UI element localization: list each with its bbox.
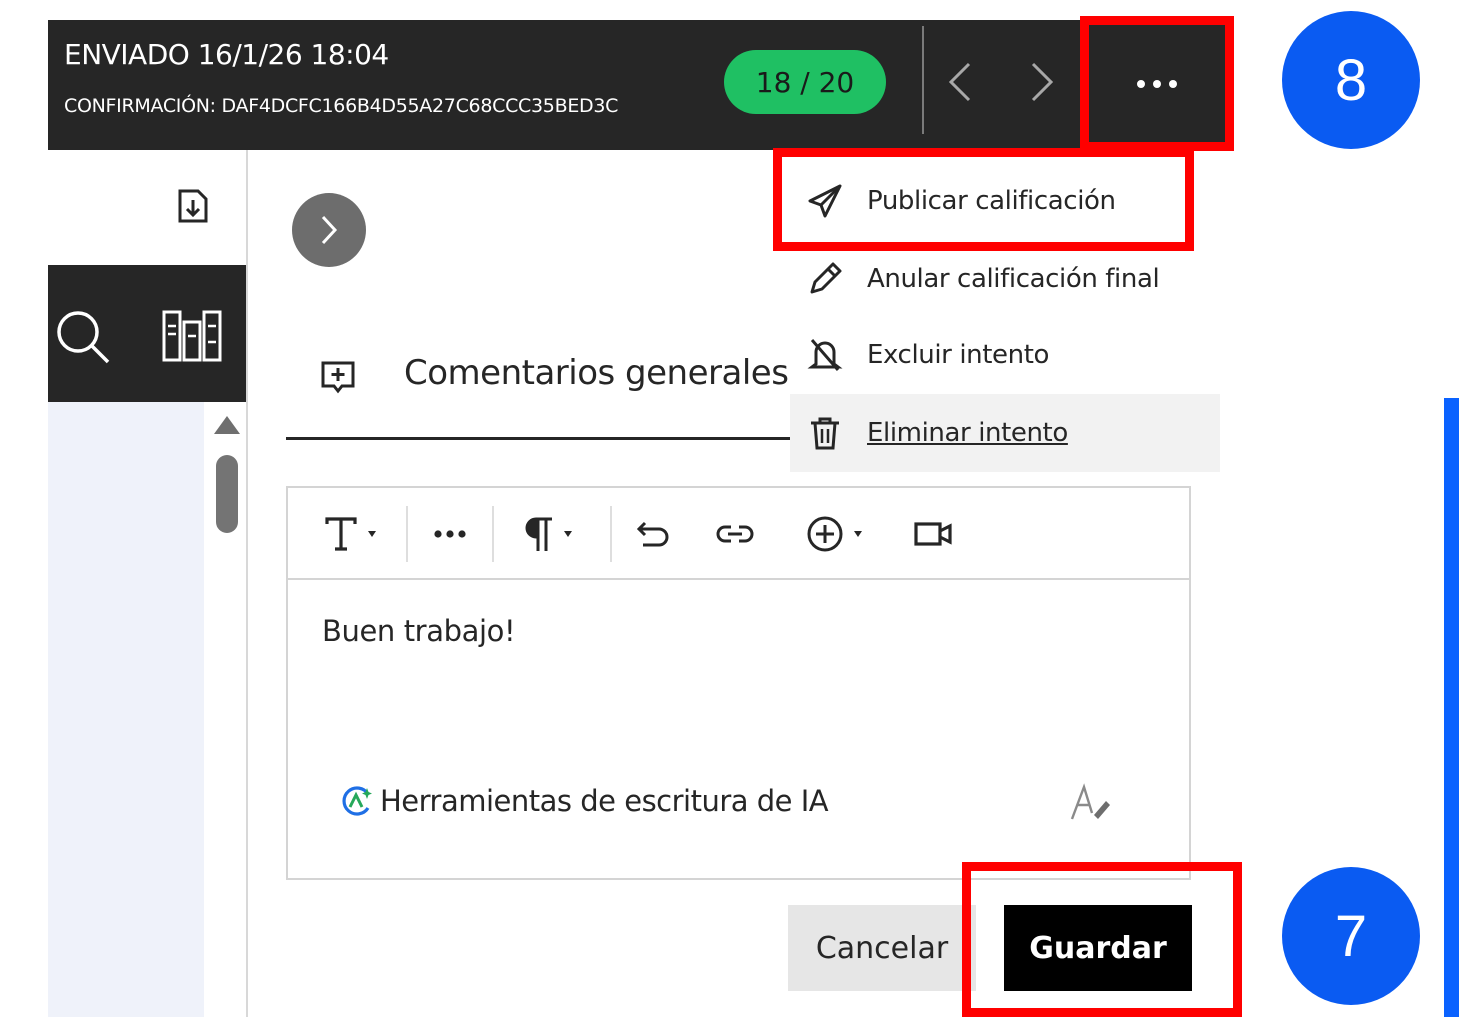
step-badge-8: 8 — [1282, 11, 1420, 149]
ai-sparkle-icon — [342, 786, 372, 816]
download-icon[interactable] — [176, 188, 210, 224]
submission-status: ENVIADO 16/1/26 18:04 — [64, 38, 389, 71]
menu-item-label: Eliminar intento — [867, 418, 1068, 448]
step-badge-7: 7 — [1282, 867, 1420, 1005]
insert-link-button[interactable] — [710, 508, 760, 560]
text-style-button[interactable] — [310, 508, 390, 560]
grade-pill[interactable]: 18 / 20 — [724, 50, 886, 114]
insert-content-button[interactable] — [794, 508, 874, 560]
scroll-up-arrow[interactable] — [214, 416, 240, 434]
text-format-icon — [325, 517, 357, 551]
handwriting-icon[interactable] — [1068, 781, 1114, 823]
menu-item-delete-attempt[interactable]: Eliminar intento — [790, 394, 1220, 472]
record-video-button[interactable] — [908, 508, 958, 560]
bell-off-icon — [807, 339, 843, 371]
search-icon[interactable] — [52, 306, 112, 366]
next-attempt-button[interactable] — [1012, 52, 1072, 112]
thumbnails-icon[interactable] — [160, 306, 224, 364]
feedback-editor[interactable]: Buen trabajo! Herramientas de escritura … — [286, 486, 1191, 880]
undo-button[interactable] — [628, 508, 678, 560]
section-underline — [286, 437, 790, 440]
link-icon — [716, 525, 754, 543]
confirmation-code: CONFIRMACIÓN: DAF4DCFC166B4D55A27C68CCC3… — [64, 95, 619, 117]
add-circle-icon — [807, 516, 843, 552]
previous-attempt-button[interactable] — [930, 52, 990, 112]
menu-item-label: Excluir intento — [867, 340, 1050, 370]
chevron-right-icon — [1031, 62, 1054, 102]
editor-toolbar — [288, 488, 1189, 580]
toolbar-divider — [406, 506, 408, 562]
paragraph-icon — [525, 517, 552, 551]
menu-item-label: Anular calificación final — [867, 264, 1160, 294]
highlight-save-button — [962, 862, 1242, 1017]
header-divider — [922, 26, 924, 134]
scrollbar-thumb[interactable] — [216, 455, 238, 533]
paragraph-button[interactable] — [508, 508, 586, 560]
ellipsis-icon — [434, 530, 466, 538]
feedback-title: Comentarios generales — [404, 353, 789, 393]
add-comment-icon — [321, 361, 355, 394]
ai-tools-label: Herramientas de escritura de IA — [380, 784, 829, 818]
chevron-right-icon — [321, 215, 338, 245]
feedback-text[interactable]: Buen trabajo! — [322, 614, 516, 648]
highlight-publish-grade — [773, 148, 1194, 251]
ai-writing-tools[interactable]: Herramientas de escritura de IA — [340, 784, 829, 818]
video-icon — [914, 522, 952, 546]
more-formatting-button[interactable] — [422, 508, 478, 560]
document-preview — [48, 402, 204, 1017]
toolbar-divider — [492, 506, 494, 562]
undo-icon — [636, 521, 669, 547]
menu-item-exclude-attempt[interactable]: Excluir intento — [790, 316, 1220, 394]
toolbar-divider — [610, 506, 612, 562]
trash-icon — [811, 417, 839, 450]
highlight-more-options — [1080, 16, 1234, 151]
accent-bar — [1444, 398, 1459, 1017]
menu-item-override-grade[interactable]: Anular calificación final — [790, 240, 1220, 318]
chevron-left-icon — [948, 62, 971, 102]
cancel-button[interactable]: Cancelar — [788, 905, 976, 991]
pencil-icon — [810, 262, 842, 294]
expand-panel-button[interactable] — [292, 193, 366, 267]
